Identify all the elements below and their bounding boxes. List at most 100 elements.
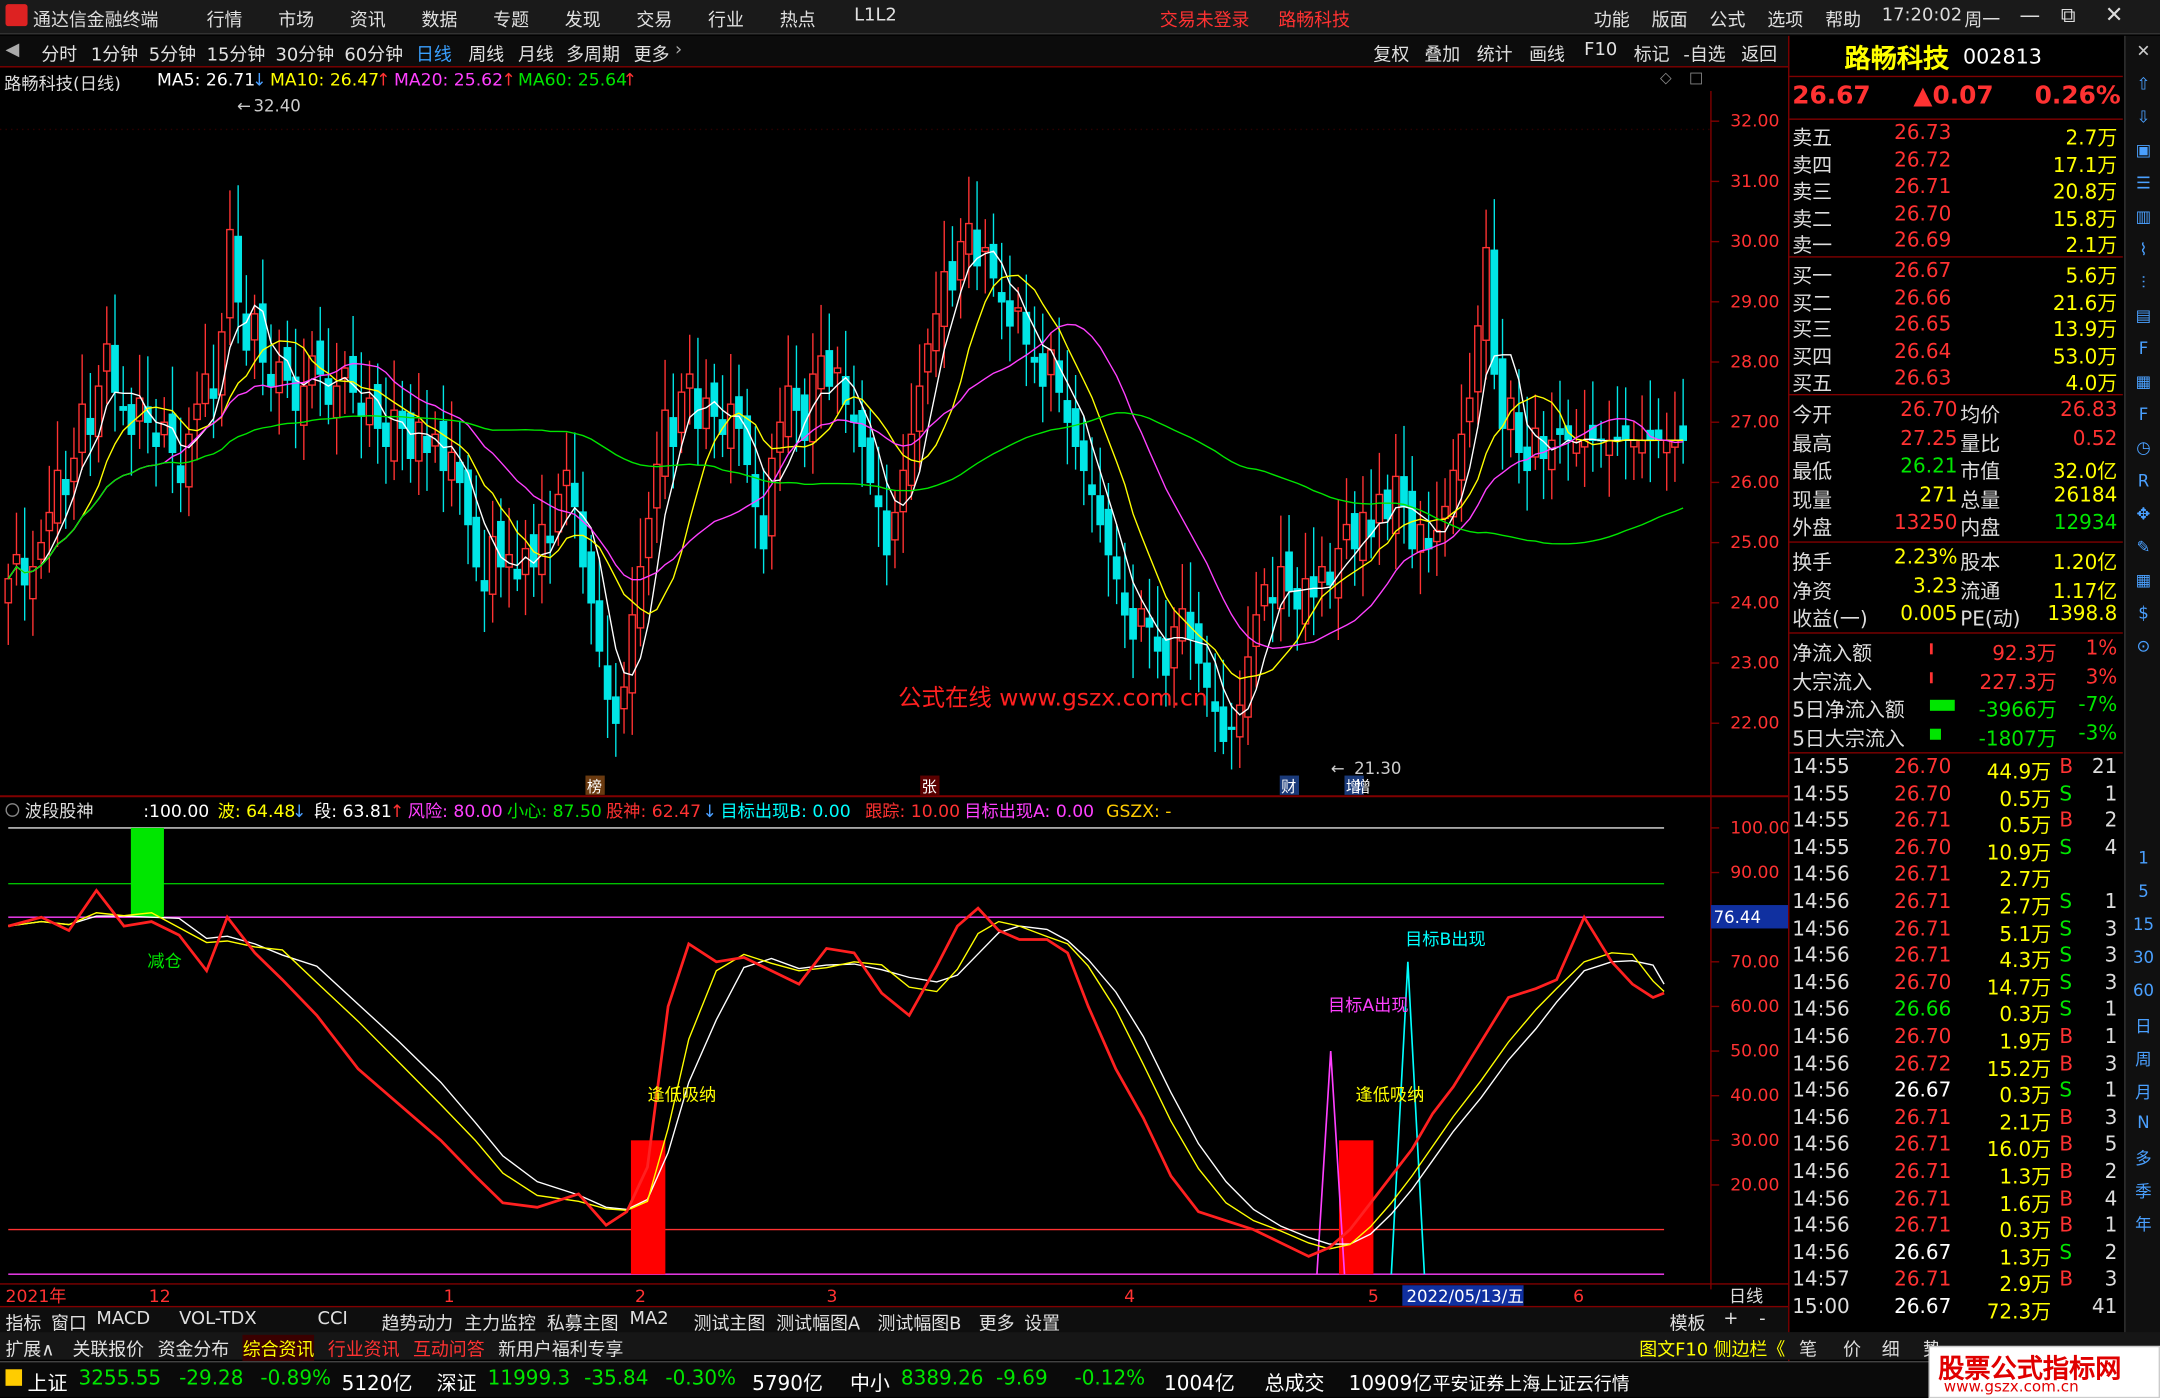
menu-options[interactable]: 选项 xyxy=(1767,6,1803,32)
tab-12[interactable]: 更多 xyxy=(979,1309,1015,1335)
chart-shape-icon[interactable]: ◇ xyxy=(1660,69,1672,87)
stat-row[interactable]: 最高 27.25 量比 0.52 xyxy=(1789,426,2122,456)
info-tab-0[interactable]: 扩展∧ xyxy=(6,1335,55,1361)
dollar-icon[interactable]: $ xyxy=(2131,603,2156,625)
pencil-icon[interactable]: ✎ xyxy=(2131,537,2156,559)
clock-icon[interactable]: ◷ xyxy=(2131,438,2156,460)
tab-1[interactable]: 窗口 xyxy=(51,1309,87,1335)
more-chevron-icon[interactable]: › xyxy=(675,40,682,61)
tick-row[interactable]: 14:56 26.71 2.7万 xyxy=(1789,863,2122,892)
toolbar-left-arrow-icon[interactable]: ◀ xyxy=(6,40,20,61)
ask-row[interactable]: 卖二 26.70 15.8万 xyxy=(1789,202,2122,232)
candle-icon[interactable]: ⫶ xyxy=(2131,273,2156,295)
sidebar-period[interactable]: 1 xyxy=(2131,849,2156,871)
bid-row[interactable]: 买一 26.67 5.6万 xyxy=(1789,259,2122,288)
info-tab-right-0[interactable]: 图文F10 xyxy=(1639,1335,1708,1361)
calendar-icon[interactable]: ▦ xyxy=(2131,372,2156,394)
zx-label[interactable]: 中小 xyxy=(850,1368,890,1397)
tick-row[interactable]: 14:55 26.71 0.5万 B 2 xyxy=(1789,809,2122,838)
period-15min[interactable]: 15分钟 xyxy=(207,40,266,66)
info-tab-right-4[interactable]: 细 xyxy=(1882,1335,1900,1361)
tab-3[interactable]: VOL-TDX xyxy=(179,1309,257,1330)
ask-row[interactable]: 卖四 26.72 17.1万 xyxy=(1789,148,2122,178)
menu-layout[interactable]: 版面 xyxy=(1652,6,1688,32)
broker-name[interactable]: 平安证券上海上证云行情 xyxy=(1433,1369,1630,1396)
menu-discover[interactable]: 发现 xyxy=(565,6,601,32)
tick-row[interactable]: 14:56 26.71 4.3万 S 3 xyxy=(1789,944,2122,973)
tick-row[interactable]: 14:57 26.71 2.9万 B 3 xyxy=(1789,1268,2122,1297)
tick-row[interactable]: 14:56 26.70 14.7万 S 3 xyxy=(1789,971,2122,1000)
minimize-icon[interactable]: — xyxy=(2019,3,2040,28)
tick-row[interactable]: 14:56 26.66 0.3万 S 1 xyxy=(1789,998,2122,1027)
bar-icon[interactable]: ▥ xyxy=(2131,207,2156,229)
tab-2[interactable]: MACD xyxy=(96,1309,150,1330)
btn-draw[interactable]: 画线 xyxy=(1529,40,1565,66)
stat-row[interactable]: 换手 2.23% 股本 1.20亿 xyxy=(1789,546,2122,575)
btn-adjust[interactable]: 复权 xyxy=(1373,40,1409,66)
tick-row[interactable]: 15:00 26.67 72.3万 41 xyxy=(1789,1295,2122,1324)
trade-status[interactable]: 交易未登录 xyxy=(1160,6,1250,32)
period-weekly[interactable]: 周线 xyxy=(468,40,504,66)
tab-13[interactable]: 设置 xyxy=(1024,1309,1060,1335)
info-tab-3[interactable]: 综合资讯 xyxy=(242,1334,315,1362)
tick-row[interactable]: 14:56 26.71 2.7万 S 1 xyxy=(1789,890,2122,919)
menu-trade[interactable]: 交易 xyxy=(636,6,672,32)
tab-right-0[interactable]: 模板 xyxy=(1670,1309,1706,1335)
tick-row[interactable]: 14:56 26.71 2.1万 B 3 xyxy=(1789,1106,2122,1135)
sidebar-period[interactable]: 30 xyxy=(2131,948,2156,970)
f10-icon[interactable]: F xyxy=(2131,339,2156,361)
sz-label[interactable]: 深证 xyxy=(437,1368,477,1397)
btn-back[interactable]: 返回 xyxy=(1741,40,1777,66)
sidebar-period[interactable]: N xyxy=(2131,1113,2156,1135)
btn-overlay[interactable]: 叠加 xyxy=(1424,40,1460,66)
period-monthly[interactable]: 月线 xyxy=(518,40,554,66)
info-tab-1[interactable]: 关联报价 xyxy=(72,1335,144,1361)
move-icon[interactable]: ✥ xyxy=(2131,504,2156,526)
flow-row[interactable]: 大宗流入 227.3万 3% xyxy=(1789,665,2122,694)
marker-bang[interactable]: 榜 xyxy=(587,778,602,796)
marker-cai[interactable]: 财 xyxy=(1281,778,1296,796)
menu-topics[interactable]: 专题 xyxy=(493,6,529,32)
info-tab-2[interactable]: 资金分布 xyxy=(158,1335,230,1361)
tab-5[interactable]: 趋势动力 xyxy=(382,1309,454,1335)
sidebar-period[interactable]: 季 xyxy=(2131,1179,2156,1201)
tick-row[interactable]: 14:56 26.70 1.9万 B 1 xyxy=(1789,1025,2122,1054)
menu-market[interactable]: 市场 xyxy=(278,6,314,32)
btn-mark[interactable]: 标记 xyxy=(1634,40,1670,66)
stat-row[interactable]: 收益(一) 0.005 PE(动) 1398.8 xyxy=(1789,602,2122,632)
stat-row[interactable]: 今开 26.70 均价 26.83 xyxy=(1789,398,2122,427)
close-icon[interactable]: ✕ xyxy=(2105,1,2123,27)
info-tab-right-3[interactable]: 价 xyxy=(1843,1335,1861,1361)
menu-help[interactable]: 帮助 xyxy=(1825,6,1861,32)
rsi-icon[interactable]: R xyxy=(2131,471,2156,493)
tick-row[interactable]: 14:55 26.70 0.5万 S 1 xyxy=(1789,782,2122,811)
sidebar-period[interactable]: 60 xyxy=(2131,981,2156,1003)
tab-right-1[interactable]: + xyxy=(1723,1309,1738,1330)
btn-stats[interactable]: 统计 xyxy=(1477,40,1513,66)
period-tick[interactable]: 分时 xyxy=(41,40,77,66)
tab-7[interactable]: 私募主图 xyxy=(547,1309,619,1335)
sidebar-period[interactable]: 周 xyxy=(2131,1047,2156,1069)
menu-formula[interactable]: 公式 xyxy=(1710,6,1746,32)
sidebar-period[interactable]: 年 xyxy=(2131,1212,2156,1234)
ask-row[interactable]: 卖三 26.71 20.8万 xyxy=(1789,175,2122,205)
period-more[interactable]: 更多 xyxy=(634,40,670,66)
chart-area[interactable]: 32.00 31.00 30.00 29.00 28.00 27.00 26.00 25.00… xyxy=(0,90,1789,1306)
period-1min[interactable]: 1分钟 xyxy=(91,40,138,66)
period-multi[interactable]: 多周期 xyxy=(566,40,620,66)
info-tab-right-2[interactable]: 笔 xyxy=(1799,1335,1817,1361)
menu-news[interactable]: 资讯 xyxy=(350,6,386,32)
sidebar-period[interactable]: 多 xyxy=(2131,1146,2156,1168)
restore-icon[interactable]: ⧉ xyxy=(2061,3,2076,28)
down-arrow-icon[interactable]: ⇩ xyxy=(2131,107,2156,129)
period-30min[interactable]: 30分钟 xyxy=(276,40,335,66)
btn-remove-watch[interactable]: -自选 xyxy=(1683,40,1725,66)
close-icon[interactable]: ✕ xyxy=(2131,41,2156,63)
info-tab-5[interactable]: 互动问答 xyxy=(413,1335,485,1361)
stat-row[interactable]: 最低 26.21 市值 32.0亿 xyxy=(1789,455,2122,484)
tab-right-2[interactable]: - xyxy=(1759,1309,1765,1330)
menu-l1l2[interactable]: L1L2 xyxy=(854,6,897,27)
flow-row[interactable]: 5日净流入额 -3966万 -7% xyxy=(1789,693,2122,723)
bid-row[interactable]: 买五 26.63 4.0万 xyxy=(1789,367,2122,396)
bid-row[interactable]: 买三 26.65 13.9万 xyxy=(1789,313,2122,342)
